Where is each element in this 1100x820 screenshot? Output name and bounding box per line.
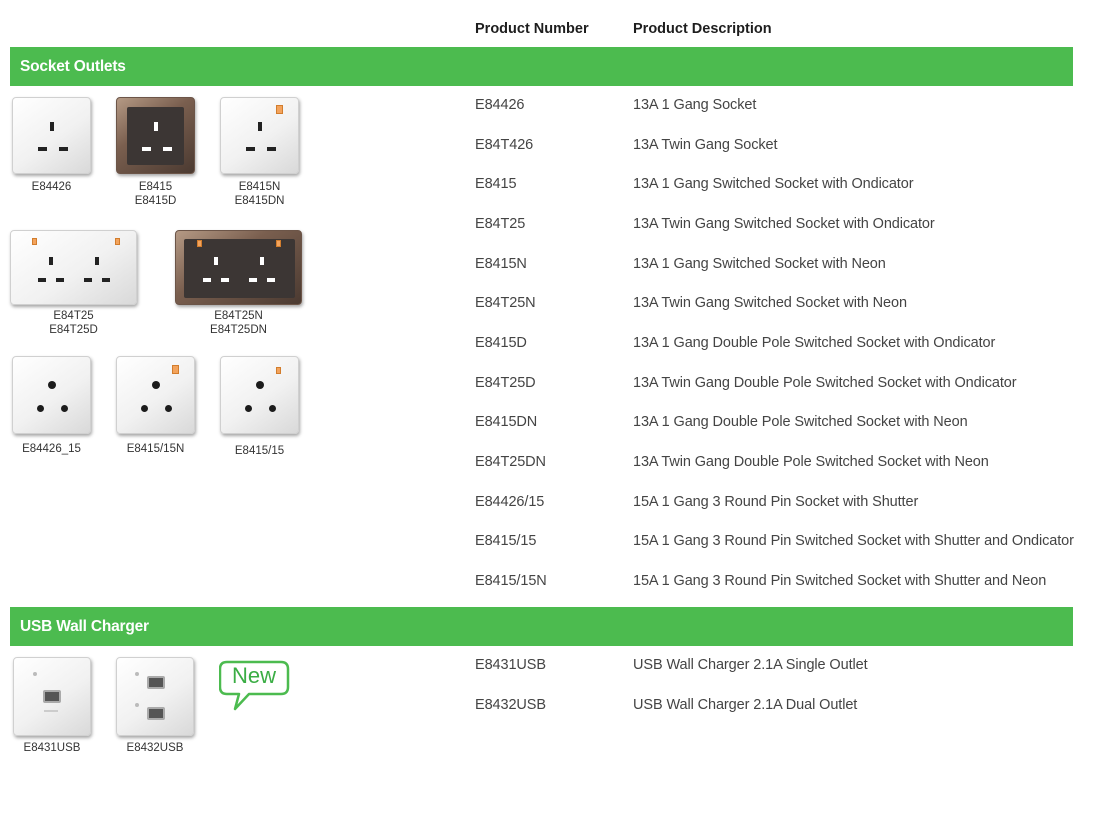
product-image-e8432usb (116, 657, 194, 736)
product-image-e8415-15n (116, 356, 195, 434)
image-caption: E84426_15 (22, 443, 81, 455)
product-code: E84426 (475, 97, 525, 113)
image-caption: E8415N E8415DN (234, 181, 285, 207)
product-description: 13A Twin Gang Double Pole Switched Socke… (633, 375, 1017, 391)
product-description: 15A 1 Gang 3 Round Pin Socket with Shutt… (633, 494, 919, 510)
product-code: E8432USB (475, 697, 546, 713)
image-caption: E84426 (31, 181, 72, 193)
product-description: 15A 1 Gang 3 Round Pin Switched Socket w… (633, 533, 1074, 549)
image-caption: E8415/15 (234, 445, 285, 457)
product-code: E8415/15N (475, 573, 547, 589)
product-description: 13A 1 Gang Switched Socket with Neon (633, 256, 886, 272)
product-description: USB Wall Charger 2.1A Dual Outlet (633, 697, 858, 713)
header-product-description: Product Description (633, 21, 772, 37)
product-description: 15A 1 Gang 3 Round Pin Switched Socket w… (633, 573, 1047, 589)
image-caption: E84T25 E84T25D (49, 310, 98, 336)
product-description: 13A Twin Gang Switched Socket with Ondic… (633, 216, 935, 232)
product-code: E8415DN (475, 414, 538, 430)
image-caption: E8432USB (126, 742, 184, 754)
product-image-e8431usb (13, 657, 91, 736)
new-badge: New (218, 660, 291, 717)
product-description: 13A Twin Gang Socket (633, 137, 778, 153)
image-caption: E84T25N E84T25DN (210, 310, 267, 336)
new-badge-label: New (231, 663, 276, 688)
product-code: E84T25 (475, 216, 526, 232)
product-image-e84426-15 (12, 356, 91, 434)
product-description: USB Wall Charger 2.1A Single Outlet (633, 657, 868, 673)
product-code: E8415/15 (475, 533, 537, 549)
product-image-e84t25n (175, 230, 302, 305)
product-code: E8431USB (475, 657, 546, 673)
product-code: E84T25N (475, 295, 536, 311)
product-description: 13A 1 Gang Double Pole Switched Socket w… (633, 414, 968, 430)
product-code: E84T25DN (475, 454, 546, 470)
product-code: E8415 (475, 176, 517, 192)
product-image-e8415 (116, 97, 195, 174)
product-description: 13A Twin Gang Double Pole Switched Socke… (633, 454, 989, 470)
product-image-e8415-15 (220, 356, 299, 434)
image-caption: E8431USB (23, 742, 81, 754)
product-code: E84T426 (475, 137, 534, 153)
product-code: E84T25D (475, 375, 536, 391)
section-band-socket-outlets: Socket Outlets (10, 47, 1073, 86)
product-image-e8415n (220, 97, 299, 174)
product-image-e84t25 (10, 230, 137, 305)
product-code: E84426/15 (475, 494, 545, 510)
product-description: 13A 1 Gang Socket (633, 97, 757, 113)
product-code: E8415D (475, 335, 527, 351)
section-band-usb-wall-charger: USB Wall Charger (10, 607, 1073, 646)
product-description: 13A 1 Gang Double Pole Switched Socket w… (633, 335, 996, 351)
product-image-e84426 (12, 97, 91, 174)
product-description: 13A Twin Gang Switched Socket with Neon (633, 295, 907, 311)
product-description: 13A 1 Gang Switched Socket with Ondicato… (633, 176, 914, 192)
image-caption: E8415 E8415D (134, 181, 177, 207)
image-caption: E8415/15N (126, 443, 185, 455)
header-product-number: Product Number (475, 21, 589, 37)
product-code: E8415N (475, 256, 527, 272)
